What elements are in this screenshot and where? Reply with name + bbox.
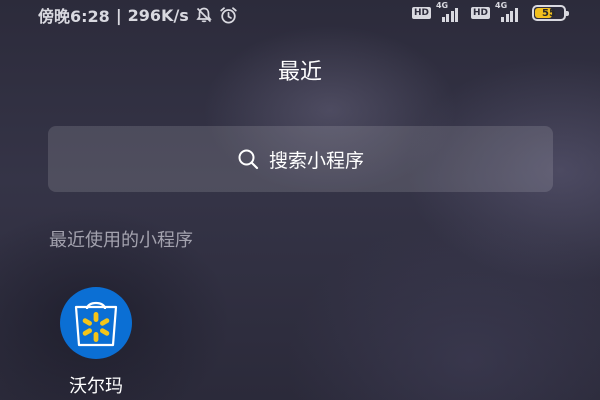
page-title: 最近 (277, 60, 322, 85)
status-left: 傍晚6:28 | 296K/s (38, 3, 238, 27)
status-separator: | (115, 5, 122, 25)
status-right: HD 4G HD 4G 55 (411, 1, 569, 22)
hd-badge-1: HD (411, 7, 431, 19)
hd-badge-2: HD (470, 7, 490, 19)
signal-icon-2: 4G (495, 1, 525, 22)
status-time: 傍晚6:28 (38, 7, 110, 26)
recent-app-walmart[interactable]: 沃尔玛 (52, 284, 140, 400)
signal-icon-1: 4G (436, 1, 466, 22)
search-icon (237, 148, 259, 170)
search-placeholder: 搜索小程序 (268, 149, 364, 172)
recent-section-label: 最近使用的小程序 (49, 230, 193, 251)
battery-level: 55 (542, 7, 556, 19)
status-bar: 傍晚6:28 | 296K/s HD 4G HD 4G 55 (0, 0, 600, 28)
alarm-clock-icon (219, 6, 238, 25)
battery-icon: 55 (532, 5, 569, 21)
search-input[interactable]: 搜索小程序 (48, 126, 553, 192)
walmart-icon (60, 287, 132, 359)
alarm-off-icon (195, 6, 213, 24)
status-speed: 296K/s (127, 5, 189, 25)
app-name: 沃尔玛 (69, 376, 123, 397)
